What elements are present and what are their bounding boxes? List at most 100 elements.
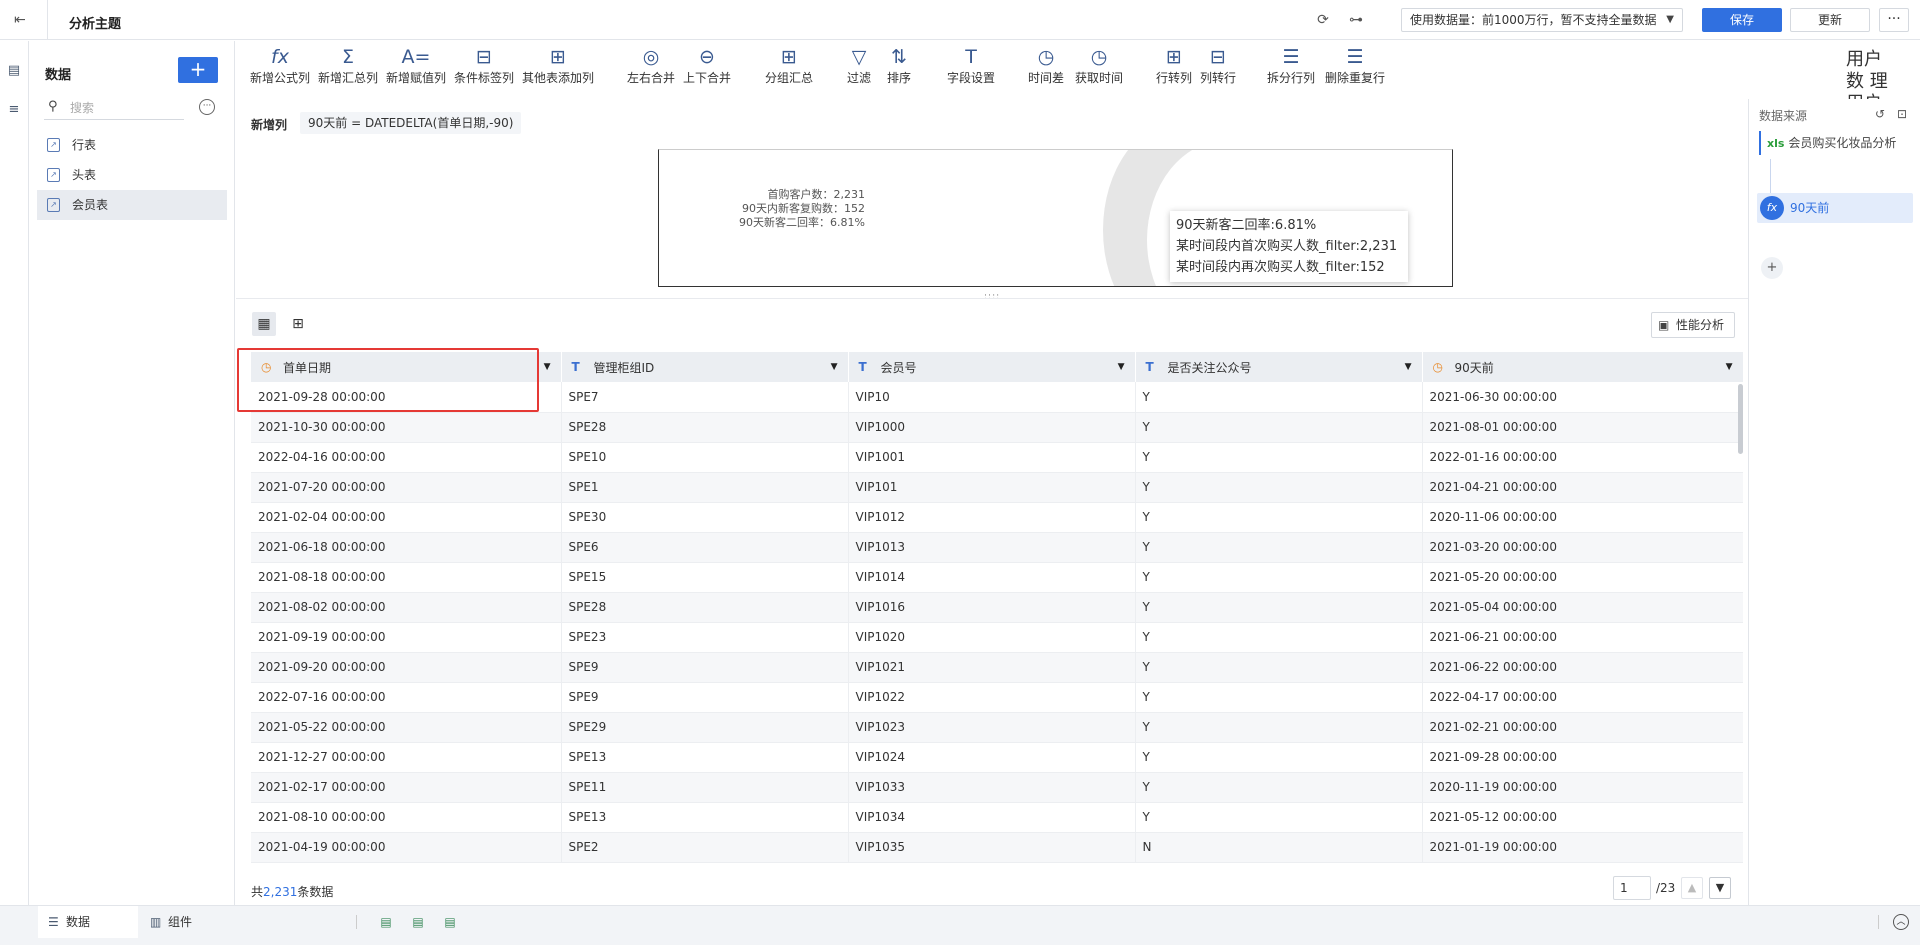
table-cell[interactable]: Y (1135, 712, 1423, 743)
table-cell[interactable]: VIP1014 (848, 562, 1136, 593)
search-input[interactable] (70, 98, 180, 118)
table-cell[interactable]: 2021-06-21 00:00:00 (1422, 622, 1743, 653)
table-cell[interactable]: Y (1135, 532, 1423, 563)
table-cell[interactable]: VIP1013 (848, 532, 1136, 563)
table-cell[interactable]: Y (1135, 472, 1423, 503)
table-cell[interactable]: Y (1135, 562, 1423, 593)
table-cell[interactable]: SPE13 (561, 802, 849, 833)
table-cell[interactable]: Y (1135, 772, 1423, 803)
caret-down-icon[interactable]: ▼ (544, 362, 551, 372)
table-cell[interactable]: 2021-08-01 00:00:00 (1422, 412, 1743, 443)
table-cell[interactable]: SPE13 (561, 742, 849, 773)
table-cell[interactable]: 2021-09-19 00:00:00 (251, 622, 562, 653)
table-cell[interactable]: SPE2 (561, 832, 849, 863)
table-cell[interactable]: SPE9 (561, 652, 849, 683)
tool-row-to-column[interactable]: ⊞ 行转列 (1155, 45, 1193, 97)
add-table-button[interactable]: + (178, 57, 218, 83)
table-cell[interactable]: 2021-09-20 00:00:00 (251, 652, 562, 683)
tool-merge-horizontal[interactable]: ◎ 左右合并 (626, 45, 676, 97)
table-cell[interactable]: 2021-07-20 00:00:00 (251, 472, 562, 503)
table-item[interactable]: ↗ 行表 (37, 130, 227, 160)
refresh-icon[interactable]: ⟳ (1314, 11, 1332, 29)
table-cell[interactable]: N (1135, 832, 1423, 863)
table-cell[interactable]: VIP1022 (848, 682, 1136, 713)
table-cell[interactable]: VIP1000 (848, 412, 1136, 443)
exit-icon[interactable]: ⇤ (14, 12, 32, 28)
table-cell[interactable]: 2022-01-16 00:00:00 (1422, 442, 1743, 473)
tool-time-diff[interactable]: ◷ 时间差 (1026, 45, 1066, 97)
add-component-icon[interactable]: ▤ (378, 914, 394, 930)
table-cell[interactable]: SPE7 (561, 382, 849, 413)
table-cell[interactable]: 2021-04-19 00:00:00 (251, 832, 562, 863)
table-cell[interactable]: Y (1135, 802, 1423, 833)
table-cell[interactable]: 2021-04-21 00:00:00 (1422, 472, 1743, 503)
lineage-icon[interactable]: ⊶ (1347, 11, 1365, 29)
tool-get-time[interactable]: ◷ 获取时间 (1074, 45, 1124, 97)
table-cell[interactable]: SPE1 (561, 472, 849, 503)
table-cell[interactable]: Y (1135, 742, 1423, 773)
table-cell[interactable]: 2022-04-16 00:00:00 (251, 442, 562, 473)
tab-data[interactable]: ☰ 数据 (38, 906, 138, 938)
tool-split-rows-columns[interactable]: ☰ 拆分行列 (1266, 45, 1316, 97)
table-cell[interactable]: Y (1135, 442, 1423, 473)
lineage-step-node[interactable]: fx 90天前 (1757, 193, 1913, 223)
table-cell[interactable]: VIP1023 (848, 712, 1136, 743)
tool-add-formula-column[interactable]: fx 新增公式列 (250, 45, 310, 97)
table-cell[interactable]: 2021-08-02 00:00:00 (251, 592, 562, 623)
column-header[interactable]: ◷ 90天前 ▼ (1422, 352, 1743, 382)
data-prep-icon[interactable]: ▤ (6, 63, 22, 79)
tab-components[interactable]: ▥ 组件 (140, 906, 240, 938)
tool-filter[interactable]: ▽ 过滤 (844, 45, 874, 97)
formula-expression[interactable]: 90天前 = DATEDELTA(首单日期,-90) (300, 112, 522, 134)
data-cap-select[interactable]: 使用数据量：前1000万行，暂不支持全量数据 ▼ (1401, 8, 1683, 32)
table-cell[interactable]: 2021-01-19 00:00:00 (1422, 832, 1743, 863)
table-cell[interactable]: VIP1020 (848, 622, 1136, 653)
tool-condition-label-column[interactable]: ⊟ 条件标签列 (454, 45, 514, 97)
table-cell[interactable]: 2021-05-04 00:00:00 (1422, 592, 1743, 623)
tool-merge-vertical[interactable]: ⊖ 上下合并 (682, 45, 732, 97)
table-cell[interactable]: VIP10 (848, 382, 1136, 413)
table-cell[interactable]: 2021-10-30 00:00:00 (251, 412, 562, 443)
resize-handle[interactable]: :::: (984, 293, 999, 302)
table-cell[interactable]: 2021-06-22 00:00:00 (1422, 652, 1743, 683)
tool-sort[interactable]: ⇅ 排序 (884, 45, 914, 97)
table-cell[interactable]: Y (1135, 592, 1423, 623)
tool-field-settings[interactable]: T 字段设置 (946, 45, 996, 97)
vertical-scrollbar[interactable] (1738, 384, 1743, 454)
table-cell[interactable]: Y (1135, 412, 1423, 443)
table-cell[interactable]: SPE15 (561, 562, 849, 593)
table-cell[interactable]: 2021-05-20 00:00:00 (1422, 562, 1743, 593)
table-item[interactable]: ↗ 头表 (37, 160, 227, 190)
page-number-input[interactable]: 1 (1613, 876, 1651, 900)
add-step-button[interactable]: + (1761, 257, 1783, 279)
table-cell[interactable]: 2021-08-10 00:00:00 (251, 802, 562, 833)
pivot-view-icon[interactable]: ⊞ (286, 312, 310, 336)
table-cell[interactable]: VIP1024 (848, 742, 1136, 773)
table-cell[interactable]: 2021-02-17 00:00:00 (251, 772, 562, 803)
column-header[interactable]: T 管理柜组ID ▼ (561, 352, 849, 382)
update-button[interactable]: 更新 (1790, 8, 1870, 32)
table-cell[interactable]: 2021-03-20 00:00:00 (1422, 532, 1743, 563)
table-cell[interactable]: SPE9 (561, 682, 849, 713)
table-cell[interactable]: Y (1135, 652, 1423, 683)
table-item-active[interactable]: ↗ 会员表 (37, 190, 227, 220)
caret-down-icon[interactable]: ▼ (831, 362, 838, 372)
table-cell[interactable]: SPE28 (561, 592, 849, 623)
table-cell[interactable]: 2020-11-06 00:00:00 (1422, 502, 1743, 533)
table-cell[interactable]: SPE30 (561, 502, 849, 533)
table-cell[interactable]: 2021-12-27 00:00:00 (251, 742, 562, 773)
table-cell[interactable]: VIP101 (848, 472, 1136, 503)
table-cell[interactable]: SPE10 (561, 442, 849, 473)
table-cell[interactable]: VIP1035 (848, 832, 1136, 863)
tool-add-summary-column[interactable]: Σ 新增汇总列 (318, 45, 378, 97)
page-up-button[interactable]: ▲ (1681, 877, 1703, 899)
grid-view-icon[interactable]: ▦ (252, 312, 276, 336)
table-cell[interactable]: VIP1012 (848, 502, 1136, 533)
column-header[interactable]: T 会员号 ▼ (848, 352, 1136, 382)
table-cell[interactable]: 2020-11-19 00:00:00 (1422, 772, 1743, 803)
page-down-button[interactable]: ▼ (1709, 877, 1731, 899)
settings-sliders-icon[interactable]: ≡ (6, 102, 22, 118)
table-cell[interactable]: 2021-05-12 00:00:00 (1422, 802, 1743, 833)
lineage-source-node[interactable]: xls 会员购买化妆品分析 (1759, 131, 1911, 155)
save-button[interactable]: 保存 (1702, 8, 1782, 32)
